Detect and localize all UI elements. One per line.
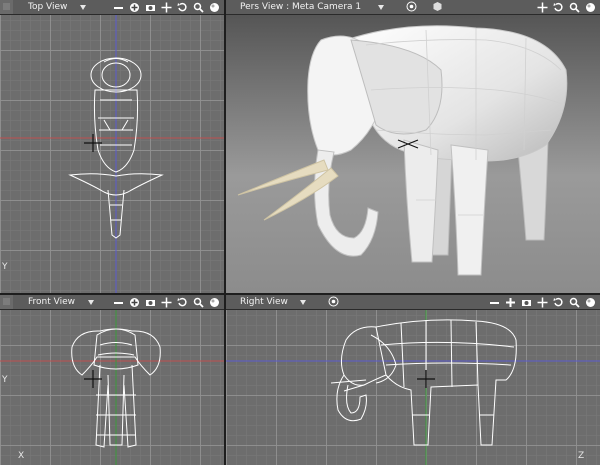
magnify-icon[interactable] xyxy=(569,2,580,13)
magnify-icon[interactable] xyxy=(569,297,580,308)
zoom-in-icon[interactable] xyxy=(129,2,140,13)
viewport-title[interactable]: Right View xyxy=(240,295,288,309)
y-axis-label: Y xyxy=(2,262,8,272)
target-icon[interactable] xyxy=(328,296,339,307)
rotate-icon[interactable] xyxy=(553,297,564,308)
pan-icon[interactable] xyxy=(537,2,548,13)
pivot-marker xyxy=(417,370,435,388)
pers-view-canvas xyxy=(237,25,568,276)
top-view-canvas xyxy=(0,14,224,293)
magnify-icon[interactable] xyxy=(193,297,204,308)
right-view-viewport[interactable]: Z Right View xyxy=(226,295,600,465)
vertical-splitter[interactable] xyxy=(224,0,226,465)
viewport-title[interactable]: Pers View : Meta Camera 1 xyxy=(240,0,361,14)
horizontal-splitter[interactable] xyxy=(0,293,600,295)
rotate-icon[interactable] xyxy=(177,297,188,308)
right-view-canvas xyxy=(226,309,600,465)
pers-view-header: Pers View : Meta Camera 1 xyxy=(226,0,600,15)
view-controls xyxy=(537,0,596,14)
reset-view-icon[interactable] xyxy=(209,2,220,13)
reset-view-icon[interactable] xyxy=(585,297,596,308)
viewport-corner-handle[interactable] xyxy=(0,295,13,309)
view-controls xyxy=(113,0,220,14)
camera-icon[interactable] xyxy=(145,2,156,13)
top-view-header: Top View xyxy=(0,0,224,15)
rotate-icon[interactable] xyxy=(177,2,188,13)
zoom-in-icon[interactable] xyxy=(505,297,516,308)
pan-icon[interactable] xyxy=(537,297,548,308)
chevron-down-icon[interactable] xyxy=(88,300,94,305)
front-view-canvas xyxy=(0,309,224,465)
view-controls xyxy=(489,295,596,309)
target-icon[interactable] xyxy=(406,1,417,12)
camera-icon[interactable] xyxy=(521,297,532,308)
pers-view-viewport[interactable]: Pers View : Meta Camera 1 xyxy=(226,0,600,293)
elephant-side-wireframe xyxy=(330,319,517,446)
front-view-viewport[interactable]: Y X Front View xyxy=(0,295,224,465)
elephant-shaded-model xyxy=(237,25,568,276)
y-axis-label: Y xyxy=(2,375,8,385)
reset-view-icon[interactable] xyxy=(209,297,220,308)
camera-icon[interactable] xyxy=(145,297,156,308)
pan-icon[interactable] xyxy=(161,297,172,308)
zoom-in-icon[interactable] xyxy=(129,297,140,308)
chevron-down-icon[interactable] xyxy=(378,5,384,10)
cube-icon[interactable] xyxy=(432,1,443,12)
viewport-title[interactable]: Front View xyxy=(28,295,75,309)
viewport-title[interactable]: Top View xyxy=(28,0,67,14)
x-axis-label: X xyxy=(18,451,25,461)
chevron-down-icon[interactable] xyxy=(300,300,306,305)
magnify-icon[interactable] xyxy=(193,2,204,13)
pan-icon[interactable] xyxy=(161,2,172,13)
reset-view-icon[interactable] xyxy=(585,2,596,13)
zoom-out-icon[interactable] xyxy=(113,2,124,13)
right-view-header: Right View xyxy=(226,295,600,310)
pivot-marker xyxy=(84,134,102,152)
z-axis-label: Z xyxy=(578,451,585,461)
chevron-down-icon[interactable] xyxy=(80,5,86,10)
zoom-out-icon[interactable] xyxy=(113,297,124,308)
viewport-corner-handle[interactable] xyxy=(0,0,13,14)
view-controls xyxy=(113,295,220,309)
front-view-header: Front View xyxy=(0,295,224,310)
top-view-viewport[interactable]: Y Top View xyxy=(0,0,224,293)
rotate-icon[interactable] xyxy=(553,2,564,13)
zoom-out-icon[interactable] xyxy=(489,297,500,308)
